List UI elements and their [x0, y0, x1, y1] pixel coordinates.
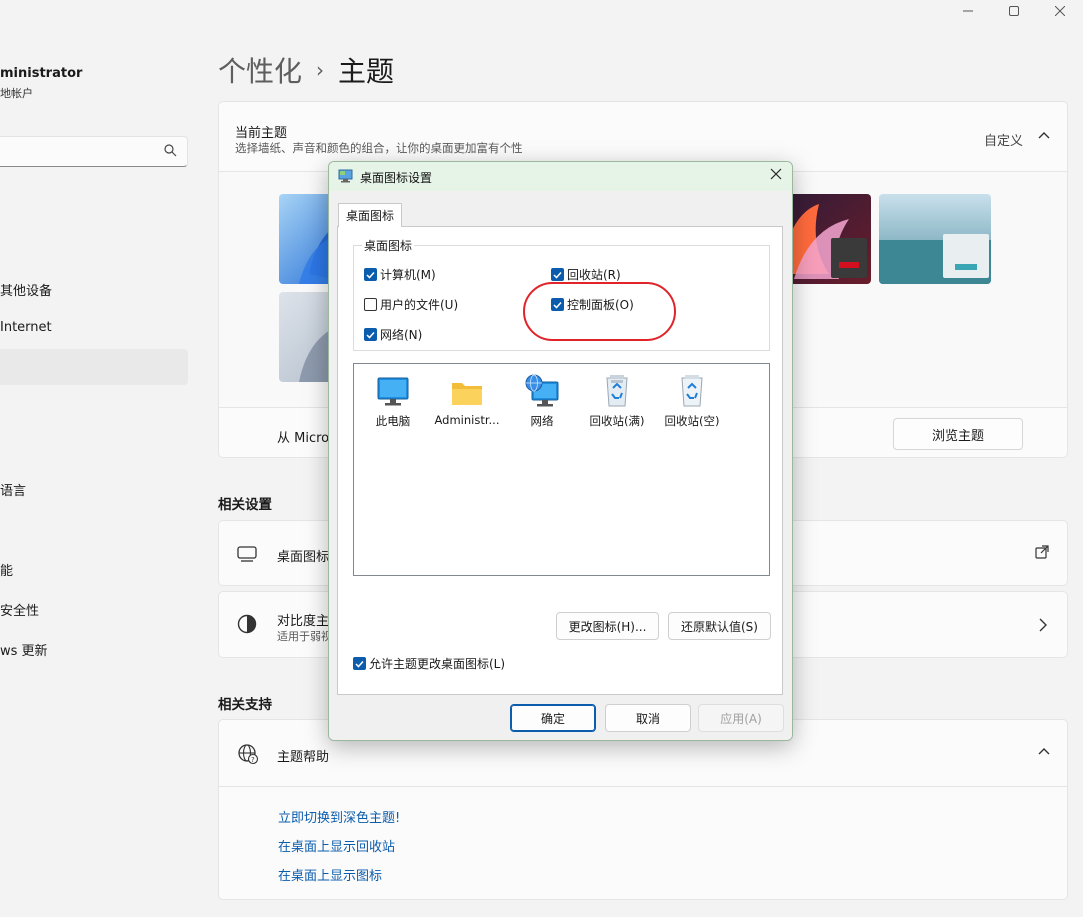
change-icon-button[interactable]: 更改图标(H)... [556, 612, 659, 640]
sidebar-item-security[interactable]: 安全性 [0, 600, 39, 619]
theme-thumbnail[interactable] [879, 194, 991, 284]
theme-help-card: ? 主题帮助 立即切换到深色主题! 在桌面上显示回收站 在桌面上显示图标 [218, 719, 1068, 900]
dialog-body: 桌面图标 桌面图标 计算机(M) 回收站(R) 用户的文件(U) 控制面板(O)… [329, 191, 792, 740]
checkbox-allow-themes[interactable]: 允许主题更改桌面图标(L) [353, 655, 505, 672]
related-support-title: 相关支持 [218, 697, 272, 713]
current-theme-title: 当前主题 [235, 126, 288, 141]
recycle-bin-empty-icon [681, 375, 703, 407]
current-theme-value: 自定义 [983, 134, 1023, 149]
maximize-icon [1009, 6, 1019, 16]
contrast-icon [237, 614, 257, 638]
checkbox-computer[interactable]: 计算机(M) [364, 266, 436, 283]
folder-icon [452, 383, 482, 405]
sidebar-item-update[interactable]: ws 更新 [0, 640, 48, 659]
close-icon [1055, 6, 1065, 16]
checkbox-recycle-bin[interactable]: 回收站(R) [551, 266, 621, 283]
related-settings-title: 相关设置 [218, 497, 272, 513]
theme-help-label: 主题帮助 [277, 750, 330, 765]
checkmark-icon [551, 268, 564, 281]
current-theme-subtitle: 选择墙纸、声音和颜色的组合，让你的桌面更加富有个性 [235, 141, 523, 155]
minimize-button[interactable] [945, 0, 991, 22]
dialog-title: 桌面图标设置 [360, 171, 433, 185]
monitor-icon [237, 543, 257, 567]
sidebar-item-network[interactable]: Internet [0, 320, 52, 335]
breadcrumb-parent[interactable]: 个性化 [218, 50, 302, 90]
dialog-titlebar[interactable]: 桌面图标设置 [329, 162, 792, 191]
checkmark-icon [353, 657, 366, 670]
group-label: 桌面图标 [362, 237, 415, 254]
cancel-button[interactable]: 取消 [605, 704, 691, 732]
window-controls [945, 0, 1083, 22]
restore-default-button[interactable]: 还原默认值(S) [668, 612, 771, 640]
user-account-type: 地帐户 [0, 87, 33, 100]
annotation-highlight [523, 282, 676, 341]
sidebar-item-devices[interactable]: 其他设备 [0, 280, 52, 299]
sidebar: ministrator 地帐户 其他设备 Internet 语言 能 安全性 w… [0, 0, 200, 917]
checkmark-icon [364, 268, 377, 281]
desktop-settings-icon [338, 169, 354, 187]
globe-help-icon: ? [237, 743, 259, 769]
svg-text:?: ? [251, 756, 255, 764]
tab-desktop-icons[interactable]: 桌面图标 [338, 203, 403, 227]
sidebar-item-language[interactable]: 语言 [0, 480, 26, 499]
page-title: 主题 [338, 55, 395, 88]
help-link-desktop-icons[interactable]: 在桌面上显示图标 [278, 865, 382, 884]
checkbox-empty-icon [364, 298, 377, 311]
desktop-icon-list[interactable]: 此电脑 Administr... 网络 回收站(满) 回收站(空) [353, 363, 770, 576]
desktop-icons-label: 桌面图标 [277, 550, 330, 565]
chevron-up-icon [1037, 744, 1051, 762]
close-icon [770, 168, 782, 180]
recycle-bin-full-icon [606, 375, 628, 407]
ok-button[interactable]: 确定 [510, 704, 596, 732]
store-text: 从 Micro [277, 431, 330, 446]
breadcrumb: 个性化 › 主题 [218, 50, 394, 90]
list-item[interactable]: Administr... [430, 368, 504, 427]
chevron-right-icon: › [316, 58, 325, 82]
help-link-recycle-bin[interactable]: 在桌面上显示回收站 [278, 836, 395, 855]
network-icon [525, 374, 559, 407]
checkbox-user-files[interactable]: 用户的文件(U) [364, 296, 458, 313]
maximize-button[interactable] [991, 0, 1037, 22]
sidebar-item-accessibility[interactable]: 能 [0, 560, 13, 579]
help-link-dark-theme[interactable]: 立即切换到深色主题! [278, 807, 400, 826]
external-link-icon [1035, 545, 1049, 563]
checkmark-icon [364, 328, 377, 341]
minimize-icon [963, 10, 973, 12]
close-button[interactable] [1037, 0, 1083, 22]
search-icon [164, 144, 177, 161]
list-item[interactable]: 回收站(空) [655, 368, 729, 429]
list-item[interactable]: 此电脑 [356, 368, 430, 429]
user-name: ministrator [0, 66, 83, 81]
contrast-sublabel: 适用于弱视 [277, 630, 332, 643]
chevron-up-icon[interactable] [1037, 128, 1051, 146]
list-item[interactable]: 回收站(满) [580, 368, 654, 429]
monitor-icon [377, 377, 409, 406]
contrast-label: 对比度主 [277, 614, 330, 629]
browse-themes-button[interactable]: 浏览主题 [893, 418, 1023, 450]
apply-button[interactable]: 应用(A) [698, 704, 784, 732]
desktop-icon-settings-dialog: 桌面图标设置 桌面图标 桌面图标 计算机(M) 回收站(R) 用户的文件(U) [328, 161, 793, 741]
chevron-right-icon [1037, 618, 1049, 636]
list-item[interactable]: 网络 [505, 368, 579, 429]
dialog-close-button[interactable] [770, 168, 782, 184]
sidebar-item-personalization[interactable] [0, 349, 188, 385]
search-input[interactable] [0, 136, 188, 167]
lake-icon [879, 234, 991, 284]
checkbox-network[interactable]: 网络(N) [364, 326, 422, 343]
